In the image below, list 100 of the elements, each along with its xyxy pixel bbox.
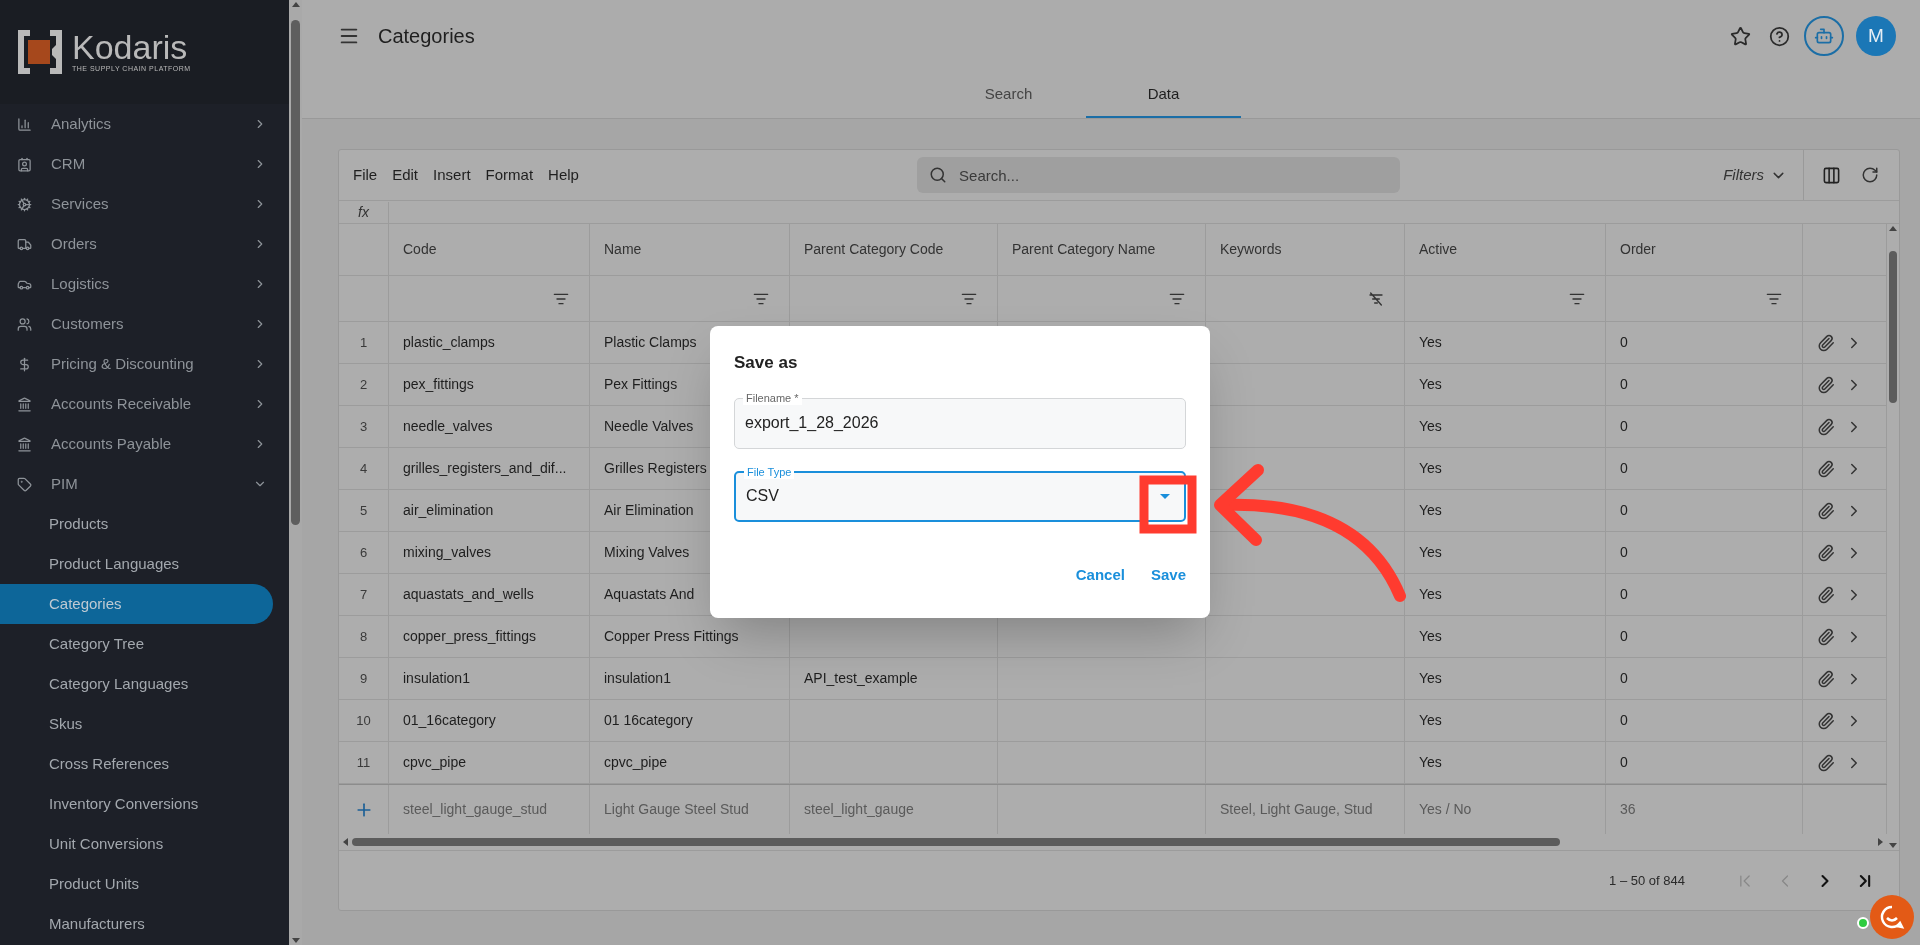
row-number: 10	[339, 700, 389, 741]
table-cell: 0	[1606, 574, 1803, 615]
table-cell: 0	[1606, 406, 1803, 447]
people-icon	[17, 316, 32, 332]
tab[interactable]: Search	[931, 72, 1086, 118]
menu-item[interactable]: File	[353, 163, 378, 187]
attachment-icon[interactable]	[1817, 627, 1835, 646]
attachment-icon[interactable]	[1817, 585, 1835, 604]
row-number: 3	[339, 406, 389, 447]
highlight-box	[1139, 475, 1197, 534]
table-cell: 0	[1606, 322, 1803, 363]
attachment-icon[interactable]	[1817, 711, 1835, 730]
table-cell: aquastats_and_wells	[389, 574, 590, 615]
column-header[interactable]: Name	[590, 224, 790, 275]
table-cell: grilles_registers_and_dif...	[389, 448, 590, 489]
column-header[interactable]: Keywords	[1206, 224, 1405, 275]
attachment-icon[interactable]	[1817, 669, 1835, 688]
sidebar-subitem[interactable]: Product Units	[0, 864, 289, 904]
user-avatar[interactable]: M	[1856, 16, 1896, 56]
sidebar-item[interactable]: Analytics	[0, 104, 289, 144]
sidebar-subitem[interactable]: Product Languages	[0, 544, 289, 584]
new-row-placeholder[interactable]: Steel, Light Gauge, Stud	[1206, 785, 1405, 834]
row-number: 6	[339, 532, 389, 573]
columns-icon[interactable]	[1822, 165, 1841, 185]
table-cell: Yes	[1405, 490, 1606, 531]
sidebar-item[interactable]: PIM	[0, 464, 289, 504]
column-header[interactable]: Order	[1606, 224, 1803, 275]
search-field[interactable]: Search...	[917, 157, 1401, 193]
row-number: 7	[339, 574, 389, 615]
sidebar-subitem[interactable]: Category Languages	[0, 664, 289, 704]
row-number: 4	[339, 448, 389, 489]
filters-button[interactable]: Filters	[1723, 163, 1787, 187]
bank-icon	[17, 396, 32, 412]
truck-icon	[17, 236, 32, 252]
sidebar-item[interactable]: Pricing & Discounting	[0, 344, 289, 384]
dialog-button[interactable]: Cancel	[1075, 563, 1125, 586]
sidebar-subitem[interactable]: Inventory Conversions	[0, 784, 289, 824]
menu-item[interactable]: Help	[548, 163, 579, 187]
sidebar-item[interactable]: Accounts Payable	[0, 424, 289, 464]
sidebar-item[interactable]: Orders	[0, 224, 289, 264]
sidebar-subitem[interactable]: Skus	[0, 704, 289, 744]
help-icon[interactable]	[1769, 25, 1790, 47]
formula-label: fx	[339, 201, 389, 223]
attachment-icon[interactable]	[1817, 459, 1835, 478]
table-cell: Yes	[1405, 742, 1606, 783]
table-cell: Yes	[1405, 616, 1606, 657]
sidebar-subitem[interactable]: Categories	[0, 584, 273, 624]
table-cell: 0	[1606, 364, 1803, 405]
column-header[interactable]: Code	[389, 224, 590, 275]
sidebar-item[interactable]: Logistics	[0, 264, 289, 304]
menu-item[interactable]: Insert	[433, 163, 471, 187]
sidebar-item[interactable]: CRM	[0, 144, 289, 184]
column-header[interactable]: Parent Category Code	[790, 224, 998, 275]
tag-icon	[17, 476, 32, 492]
table-cell: Yes	[1405, 532, 1606, 573]
new-row-placeholder[interactable]: Light Gauge Steel Stud	[590, 785, 790, 834]
chat-launcher[interactable]	[1870, 895, 1914, 939]
sidebar-item[interactable]: Services	[0, 184, 289, 224]
table-cell: pex_fittings	[389, 364, 590, 405]
table-cell: 0	[1606, 700, 1803, 741]
refresh-icon[interactable]	[1861, 166, 1879, 184]
attachment-icon[interactable]	[1817, 417, 1835, 436]
tab[interactable]: Data	[1086, 72, 1241, 118]
attachment-icon[interactable]	[1817, 375, 1835, 394]
table-cell: Yes	[1405, 700, 1606, 741]
dialog-button[interactable]: Save	[1150, 563, 1186, 586]
new-row-placeholder[interactable]: steel_light_gauge	[790, 785, 998, 834]
sidebar-item[interactable]: Accounts Receivable	[0, 384, 289, 424]
dropdown-caret-icon[interactable]	[1160, 493, 1170, 499]
new-row-placeholder[interactable]: 36	[1606, 785, 1803, 834]
menu-item[interactable]: Format	[485, 163, 534, 187]
table-cell: API_test_example	[790, 658, 998, 699]
filter-off-icon[interactable]	[1368, 290, 1384, 307]
attachment-icon[interactable]	[1817, 501, 1835, 520]
table-cell: 0	[1606, 616, 1803, 657]
column-header[interactable]: Parent Category Name	[998, 224, 1206, 275]
table-cell: mixing_valves	[389, 532, 590, 573]
attachment-icon[interactable]	[1817, 543, 1835, 562]
row-number: 11	[339, 742, 389, 783]
menu-item[interactable]: Edit	[392, 163, 419, 187]
logo-mark	[18, 30, 62, 74]
new-row-placeholder[interactable]: steel_light_gauge_stud	[389, 785, 590, 834]
bank-icon	[17, 436, 32, 452]
sidebar-subitem[interactable]: Category Tree	[0, 624, 289, 664]
column-header[interactable]: Active	[1405, 224, 1606, 275]
attachment-icon[interactable]	[1817, 333, 1835, 352]
sidebar-subitem[interactable]: Manufacturers	[0, 904, 289, 944]
sidebar-subitem[interactable]: Cross References	[0, 744, 289, 784]
star-icon[interactable]	[1730, 25, 1751, 47]
row-number: 5	[339, 490, 389, 531]
id-card-icon	[17, 156, 32, 172]
new-row-placeholder[interactable]: Yes / No	[1405, 785, 1606, 834]
table-cell: cpvc_pipe	[590, 742, 790, 783]
sidebar-subitem[interactable]: Unit Conversions	[0, 824, 289, 864]
sidebar-subitem[interactable]: Products	[0, 504, 289, 544]
gear-icon	[17, 196, 32, 212]
attachment-icon[interactable]	[1817, 753, 1835, 772]
sidebar-item[interactable]: Customers	[0, 304, 289, 344]
row-number: 9	[339, 658, 389, 699]
sidebar-scrollbar[interactable]	[289, 0, 302, 945]
